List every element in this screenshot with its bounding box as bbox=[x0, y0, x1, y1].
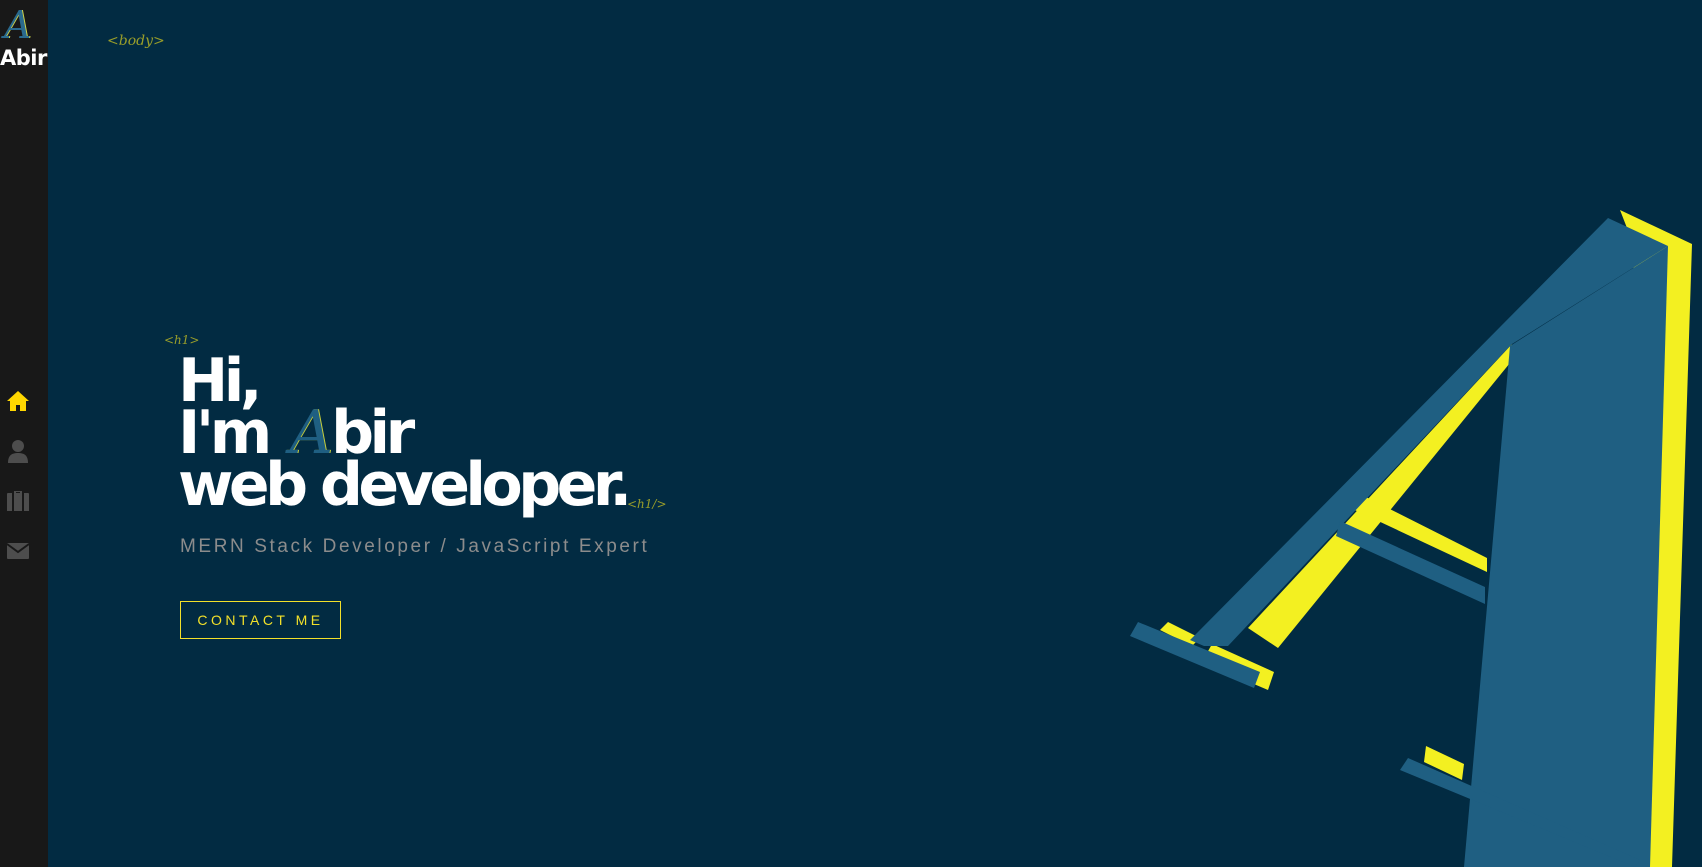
nav-contact[interactable] bbox=[5, 538, 31, 564]
user-icon bbox=[8, 440, 28, 463]
sidebar: A Abir bbox=[0, 0, 48, 867]
logo-letter: A bbox=[4, 3, 32, 47]
nav-about[interactable] bbox=[5, 438, 31, 464]
logo-name: Abir bbox=[0, 46, 47, 70]
hero-subtitle: MERN Stack Developer / JavaScript Expert bbox=[180, 536, 650, 557]
envelope-icon bbox=[6, 543, 30, 559]
headline-line-3: web developer. bbox=[178, 450, 632, 520]
briefcase-icon bbox=[7, 491, 29, 511]
body-tag-decoration: <body> bbox=[107, 33, 165, 49]
hero-headline: Hi, I'm Abir web developer. bbox=[178, 351, 632, 520]
h1-open-tag-decoration: <h1> bbox=[164, 333, 200, 347]
h1-close-tag-decoration: <h1/> bbox=[627, 497, 667, 511]
nav-home[interactable] bbox=[5, 388, 31, 414]
nav-portfolio[interactable] bbox=[5, 488, 31, 514]
home-icon bbox=[7, 391, 29, 411]
big-letter-a-logo bbox=[1130, 210, 1692, 867]
contact-me-button[interactable]: CONTACT ME bbox=[180, 601, 341, 639]
